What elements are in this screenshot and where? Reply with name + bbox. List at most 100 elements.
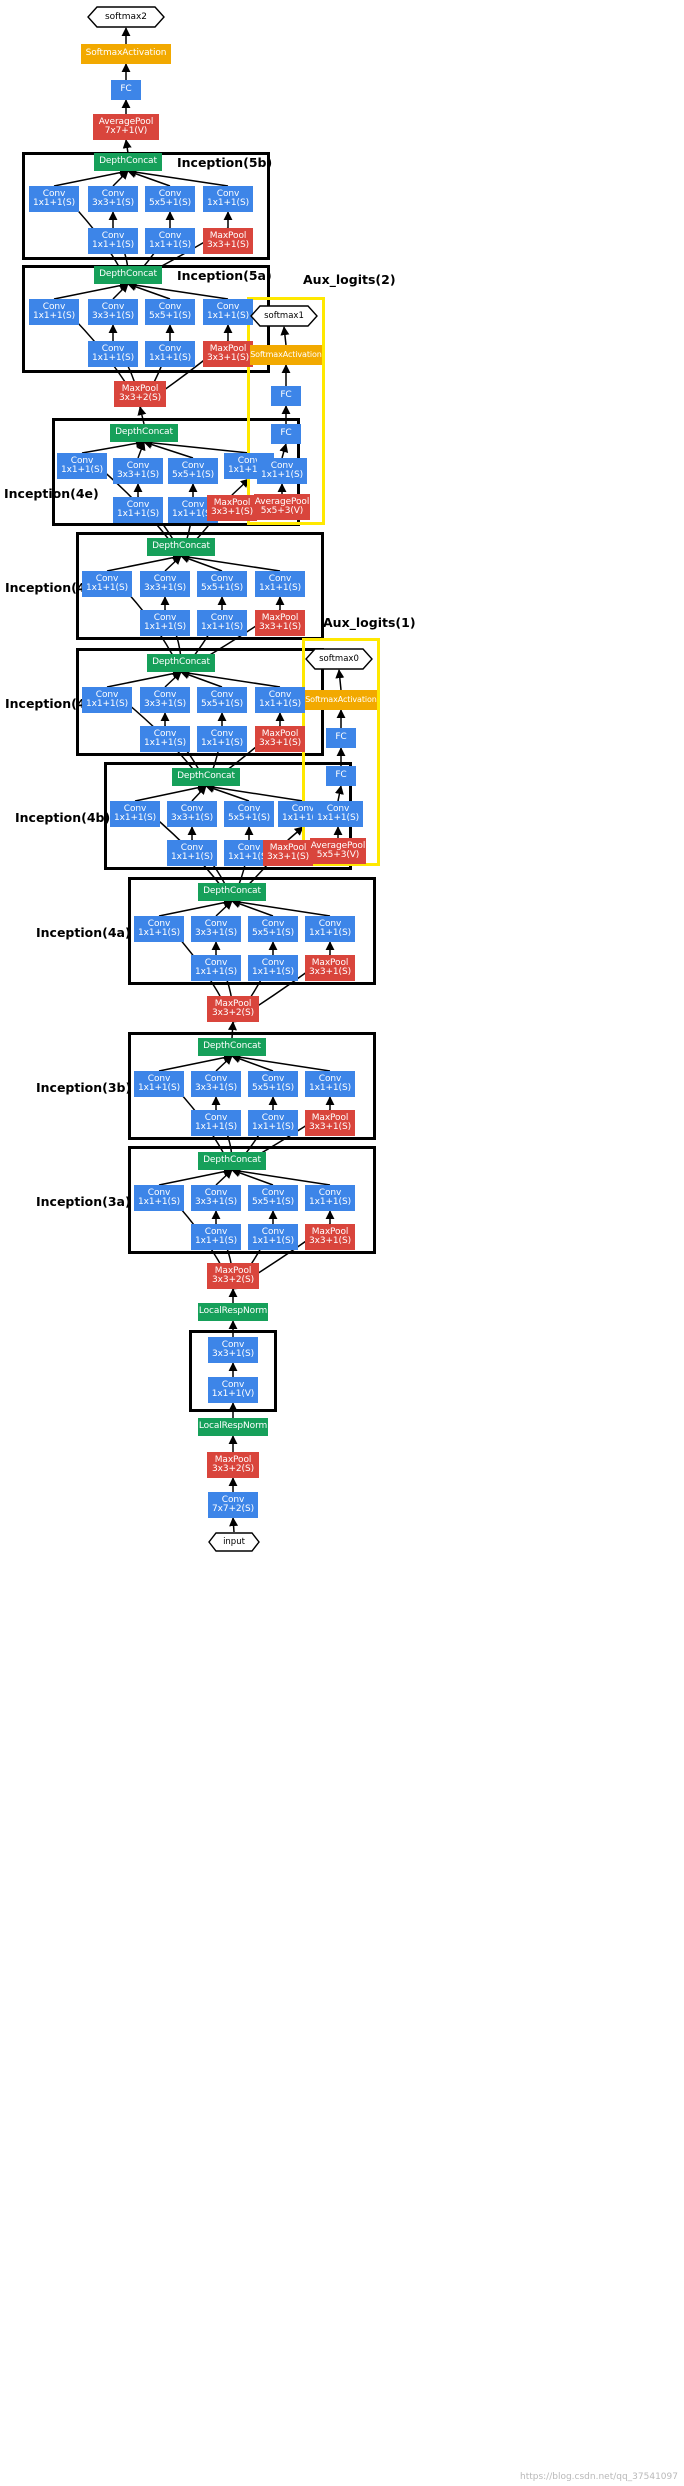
node-conv-4a-3x3: Conv 3x3+1(S) [191,916,241,942]
node-label-kernel: 1x1+1(S) [144,622,186,632]
node-conv-5a-5x5: Conv 5x5+1(S) [145,299,195,325]
terminal-softmax1-label: softmax1 [264,311,304,321]
node-label-kernel: 1x1+1(S) [33,198,75,208]
node-conv-5b-5x5: Conv 5x5+1(S) [145,186,195,212]
node-aux1-softmax-activation: SoftmaxActivation [305,690,377,710]
node-maxpool-4b: MaxPool 3x3+1(S) [263,840,313,866]
architecture-diagram: Inception(5b) Inception(5a) Inception(4e… [0,0,684,2486]
node-conv-3a-reduce3: Conv 1x1+1(S) [191,1224,241,1250]
node-aux2-fc-1: FC [271,424,301,444]
node-label-kernel: 1x1+1(S) [261,470,303,480]
node-aux1-fc-2: FC [326,728,356,748]
node-conv-4b-5x5: Conv 5x5+1(S) [224,801,274,827]
node-conv-4a-reduce5: Conv 1x1+1(S) [248,955,298,981]
group-label-inception-4e: Inception(4e) [4,486,99,501]
node-localrespnorm-1: LocalRespNorm [198,1418,268,1436]
node-conv-5a-1x1: Conv 1x1+1(S) [29,299,79,325]
node-label-kernel: 1x1+1(V) [211,1389,255,1399]
node-label-kernel: 1x1+1(S) [252,1236,294,1246]
node-localrespnorm-2: LocalRespNorm [198,1303,268,1321]
node-maxpool-4e: MaxPool 3x3+1(S) [207,495,257,521]
node-maxpool-stem: MaxPool 3x3+2(S) [207,1452,259,1478]
node-label: DepthConcat [115,427,173,438]
node-label-kernel: 1x1+1(S) [92,240,134,250]
node-conv-4a-pool-proj: Conv 1x1+1(S) [305,916,355,942]
node-label: FC [280,390,292,401]
node-aux2-softmax-activation: SoftmaxActivation [250,345,322,365]
terminal-softmax1: softmax1 [250,305,318,327]
node-label-kernel: 1x1+1(S) [207,198,249,208]
node-label-kernel: 3x3+2(S) [212,1275,254,1285]
node-label-kernel: 5x5+3(V) [316,850,360,860]
node-label-kernel: 1x1+1(S) [309,1197,351,1207]
node-conv-5b-reduce5: Conv 1x1+1(S) [145,228,195,254]
node-label-kernel: 5x5+1(S) [252,1197,294,1207]
node-label-kernel: 3x3+1(S) [117,470,159,480]
node-label-kernel: 1x1+1(S) [149,353,191,363]
group-aux-logits-2 [247,297,325,525]
node-conv-5a-3x3: Conv 3x3+1(S) [88,299,138,325]
node-conv-4c-reduce3: Conv 1x1+1(S) [140,726,190,752]
node-conv-3a-5x5: Conv 5x5+1(S) [248,1185,298,1211]
node-label-kernel: 3x3+1(S) [144,583,186,593]
node-conv-4e-1x1: Conv 1x1+1(S) [57,453,107,479]
terminal-input-label: input [223,1537,245,1547]
node-conv-4b-3x3: Conv 3x3+1(S) [167,801,217,827]
node-label-kernel: 1x1+1(S) [195,1122,237,1132]
node-label-kernel: 3x3+1(S) [309,1236,351,1246]
group-label-inception-3a: Inception(3a) [36,1194,131,1209]
node-maxpool-stage4-downsample: MaxPool 3x3+2(S) [207,996,259,1022]
node-label-kernel: 3x3+1(S) [267,852,309,862]
node-label-kernel: 3x3+1(S) [212,1349,254,1359]
node-label-kernel: 5x5+1(S) [228,813,270,823]
node-label-kernel: 3x3+1(S) [195,1197,237,1207]
terminal-softmax2: softmax2 [87,6,165,28]
node-conv-4c-3x3: Conv 3x3+1(S) [140,687,190,713]
node-label-kernel: 3x3+1(S) [211,507,253,517]
node-maxpool-4d: MaxPool 3x3+1(S) [255,610,305,636]
node-conv-4c-1x1: Conv 1x1+1(S) [82,687,132,713]
node-conv-4c-pool-proj: Conv 1x1+1(S) [255,687,305,713]
node-label: DepthConcat [152,541,210,552]
node-stem-conv-1x1: Conv 1x1+1(V) [208,1377,258,1403]
node-maxpool-stage5-downsample: MaxPool 3x3+2(S) [114,381,166,407]
node-label-kernel: 1x1+1(S) [201,622,243,632]
node-label: LocalRespNorm [198,1421,268,1432]
node-depthconcat-4e: DepthConcat [110,424,178,442]
node-label-kernel: 3x3+1(S) [259,738,301,748]
node-label-kernel: 1x1+1(S) [207,311,249,321]
node-avgpool-head: AveragePool 7x7+1(V) [93,114,159,140]
node-label-kernel: 1x1+1(S) [61,465,103,475]
node-conv-5a-reduce3: Conv 1x1+1(S) [88,341,138,367]
node-label-kernel: 1x1+1(S) [114,813,156,823]
node-label-kernel: 1x1+1(S) [117,509,159,519]
group-label-inception-5a: Inception(5a) [177,268,272,283]
node-label-kernel: 3x3+1(S) [195,1083,237,1093]
node-maxpool-5a: MaxPool 3x3+1(S) [203,341,253,367]
node-conv-5b-pool-proj: Conv 1x1+1(S) [203,186,253,212]
node-conv-4a-1x1: Conv 1x1+1(S) [134,916,184,942]
node-label-kernel: 5x5+1(S) [252,928,294,938]
node-depthconcat-3b: DepthConcat [198,1038,266,1056]
node-conv-3b-reduce5: Conv 1x1+1(S) [248,1110,298,1136]
node-conv-3a-reduce5: Conv 1x1+1(S) [248,1224,298,1250]
node-label: SoftmaxActivation [85,48,167,59]
node-label: SoftmaxActivation [305,694,377,704]
node-label-kernel: 1x1+1(S) [309,1083,351,1093]
node-conv-5b-3x3: Conv 3x3+1(S) [88,186,138,212]
node-label: DepthConcat [99,269,157,280]
node-label-kernel: 5x5+1(S) [252,1083,294,1093]
node-conv-4e-5x5: Conv 5x5+1(S) [168,458,218,484]
node-label: FC [120,84,132,95]
node-label-kernel: 3x3+1(S) [207,240,249,250]
node-fc-2: FC [111,80,141,100]
node-maxpool-3b: MaxPool 3x3+1(S) [305,1110,355,1136]
node-conv-4c-5x5: Conv 5x5+1(S) [197,687,247,713]
group-label-inception-5b: Inception(5b) [177,155,273,170]
node-label-kernel: 1x1+1(S) [86,583,128,593]
node-label-kernel: 3x3+1(S) [207,353,249,363]
node-conv-4d-3x3: Conv 3x3+1(S) [140,571,190,597]
node-label-kernel: 3x3+1(S) [309,967,351,977]
terminal-softmax2-label: softmax2 [104,12,148,22]
node-conv-4d-1x1: Conv 1x1+1(S) [82,571,132,597]
